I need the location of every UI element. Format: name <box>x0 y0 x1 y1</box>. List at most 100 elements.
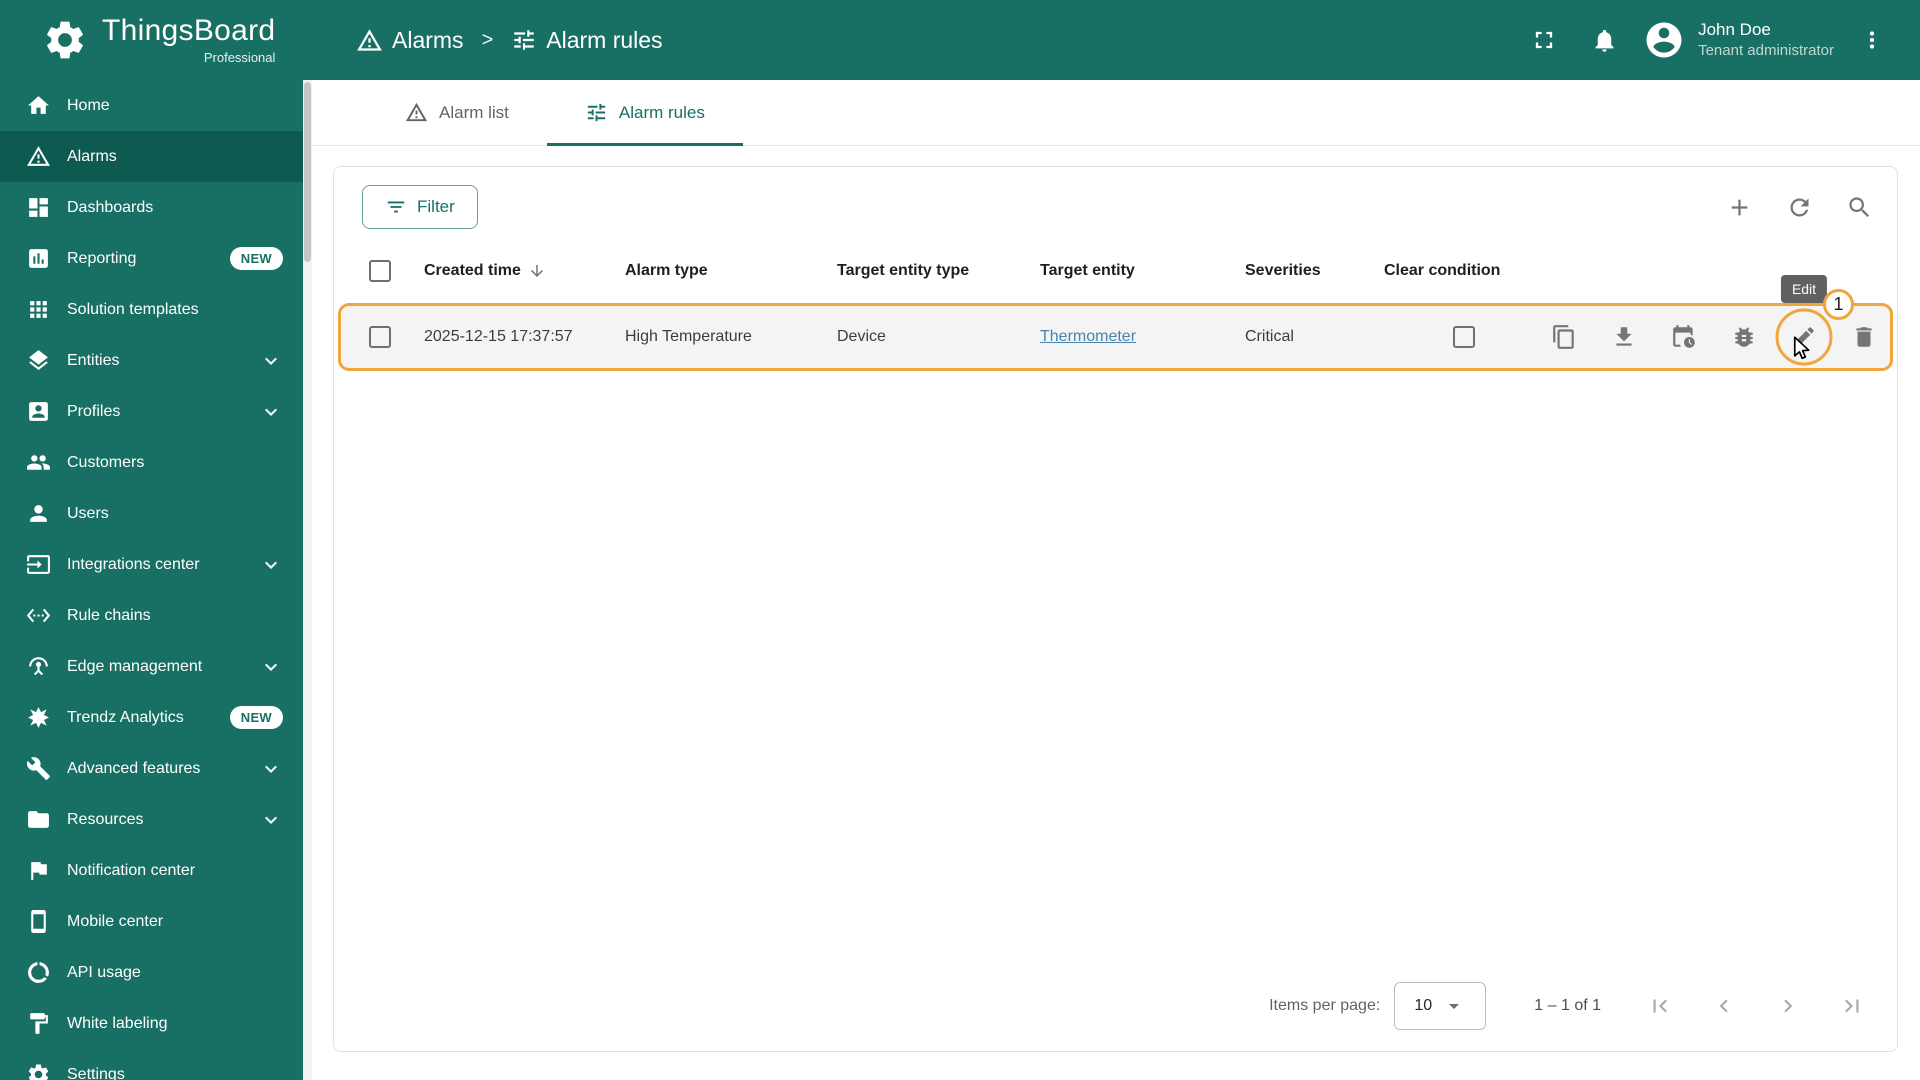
column-created-time[interactable]: Created time <box>424 262 521 280</box>
copy-button[interactable] <box>1544 317 1584 357</box>
sidebar-item-label: Resources <box>67 810 144 828</box>
home-icon <box>26 93 51 118</box>
paginator-nav <box>1645 991 1867 1021</box>
dashboards-icon <box>26 195 51 220</box>
sidebar-item-api-usage[interactable]: API usage <box>0 947 303 998</box>
add-icon <box>1726 194 1753 221</box>
rule-chains-icon <box>26 603 51 628</box>
column-alarm-type[interactable]: Alarm type <box>625 262 837 280</box>
sidebar-item-advanced-features[interactable]: Advanced features <box>0 743 303 794</box>
app-logo[interactable]: ThingsBoard Professional <box>0 15 312 65</box>
tune-icon <box>511 27 537 53</box>
resources-icon <box>26 807 51 832</box>
last-page-button[interactable] <box>1837 991 1867 1021</box>
edit-button[interactable] <box>1784 317 1824 357</box>
sidebar-item-label: Entities <box>67 351 120 369</box>
sidebar-item-notification-center[interactable]: Notification center <box>0 845 303 896</box>
breadcrumb-alarm-rules[interactable]: Alarm rules <box>511 27 663 54</box>
profiles-icon <box>26 399 51 424</box>
search-button[interactable] <box>1837 185 1881 229</box>
sort-desc-icon[interactable] <box>528 262 546 280</box>
user-info: John Doe Tenant administrator <box>1698 19 1834 61</box>
sidebar-item-customers[interactable]: Customers <box>0 437 303 488</box>
tab-alarm-rules[interactable]: Alarm rules <box>546 80 743 146</box>
items-per-page-label: Items per page: <box>1269 997 1381 1014</box>
refresh-button[interactable] <box>1777 185 1821 229</box>
sidebar-item-alarms[interactable]: Alarms <box>0 131 303 182</box>
chevron-down-icon <box>259 349 283 373</box>
download-button[interactable] <box>1604 317 1644 357</box>
trendz-icon <box>26 705 51 730</box>
mobile-icon <box>26 909 51 934</box>
column-severities[interactable]: Severities <box>1245 262 1384 280</box>
sidebar-scrollbar-thumb[interactable] <box>304 82 311 262</box>
chevron-right-button[interactable] <box>1773 991 1803 1021</box>
column-target-entity[interactable]: Target entity <box>1040 262 1245 280</box>
sidebar-item-resources[interactable]: Resources <box>0 794 303 845</box>
debug-button[interactable] <box>1724 317 1764 357</box>
fullscreen-icon <box>1530 26 1558 54</box>
sidebar-item-label: Home <box>67 96 110 114</box>
add-button[interactable] <box>1717 185 1761 229</box>
table-row[interactable]: 2025-12-15 17:37:57 High Temperature Dev… <box>341 275 1890 368</box>
sidebar-item-home[interactable]: Home <box>0 80 303 131</box>
sidebar-item-integrations-center[interactable]: Integrations center <box>0 539 303 590</box>
entities-icon <box>26 348 51 373</box>
sidebar-item-reporting[interactable]: Reporting NEW <box>0 233 303 284</box>
tab-alarm-list[interactable]: Alarm list <box>367 80 547 145</box>
chevron-left-button[interactable] <box>1709 991 1739 1021</box>
chevron-down-icon <box>259 655 283 679</box>
new-badge: NEW <box>229 247 283 270</box>
users-icon <box>26 501 51 526</box>
download-icon <box>1611 324 1637 350</box>
row-checkbox[interactable] <box>369 326 391 348</box>
page-size-value: 10 <box>1414 997 1433 1014</box>
notifications-button[interactable] <box>1582 18 1626 62</box>
select-all-checkbox[interactable] <box>369 260 391 282</box>
column-clear-condition[interactable]: Clear condition <box>1384 262 1544 280</box>
sidebar-item-settings[interactable]: Settings <box>0 1049 303 1080</box>
top-bar-actions: John Doe Tenant administrator <box>1522 18 1920 62</box>
sidebar-scrollbar[interactable] <box>303 80 312 1080</box>
filter-icon <box>385 196 407 218</box>
sidebar-item-profiles[interactable]: Profiles <box>0 386 303 437</box>
warning-icon <box>26 144 51 169</box>
breadcrumb-section-label: Alarms <box>392 26 464 53</box>
chevron-down-icon <box>259 553 283 577</box>
sidebar-item-edge-management[interactable]: Edge management <box>0 641 303 692</box>
user-role: Tenant administrator <box>1698 42 1834 60</box>
target-entity-link[interactable]: Thermometer <box>1040 328 1136 345</box>
sidebar-item-label: Alarms <box>67 147 117 165</box>
warning-icon <box>356 27 383 54</box>
schedule-action <box>1664 317 1704 357</box>
breadcrumb-alarms[interactable]: Alarms <box>356 27 464 54</box>
sidebar-item-entities[interactable]: Entities <box>0 335 303 386</box>
first-page-icon <box>1647 993 1673 1019</box>
refresh-icon <box>1786 194 1813 221</box>
first-page-button[interactable] <box>1645 991 1675 1021</box>
sidebar-item-solution-templates[interactable]: Solution templates <box>0 284 303 335</box>
sidebar-item-white-labeling[interactable]: White labeling <box>0 998 303 1049</box>
sidebar-item-users[interactable]: Users <box>0 488 303 539</box>
column-target-entity-type[interactable]: Target entity type <box>837 262 1040 280</box>
user-avatar-button[interactable] <box>1642 18 1686 62</box>
sidebar-item-mobile-center[interactable]: Mobile center <box>0 896 303 947</box>
breadcrumb-separator: > <box>481 28 494 51</box>
chevron-left-icon <box>1711 993 1737 1019</box>
page-size-select[interactable]: 10 <box>1394 982 1487 1030</box>
sidebar-nav: Home Alarms Dashboards Reporting NEW Solution… <box>0 80 312 1080</box>
clear-condition-checkbox[interactable] <box>1453 326 1475 348</box>
fullscreen-button[interactable] <box>1522 18 1566 62</box>
account-circle-icon <box>1643 19 1685 61</box>
sidebar-item-trendz-analytics[interactable]: Trendz Analytics NEW <box>0 692 303 743</box>
delete-icon <box>1851 324 1877 350</box>
sidebar-item-dashboards[interactable]: Dashboards <box>0 182 303 233</box>
filter-button[interactable]: Filter <box>362 185 478 229</box>
more-menu-button[interactable] <box>1850 18 1894 62</box>
tune-icon <box>585 101 608 124</box>
sidebar-item-rule-chains[interactable]: Rule chains <box>0 590 303 641</box>
schedule-button[interactable] <box>1664 317 1704 357</box>
app-edition: Professional <box>203 49 276 65</box>
delete-button[interactable] <box>1844 317 1884 357</box>
debug-icon <box>1731 324 1757 350</box>
